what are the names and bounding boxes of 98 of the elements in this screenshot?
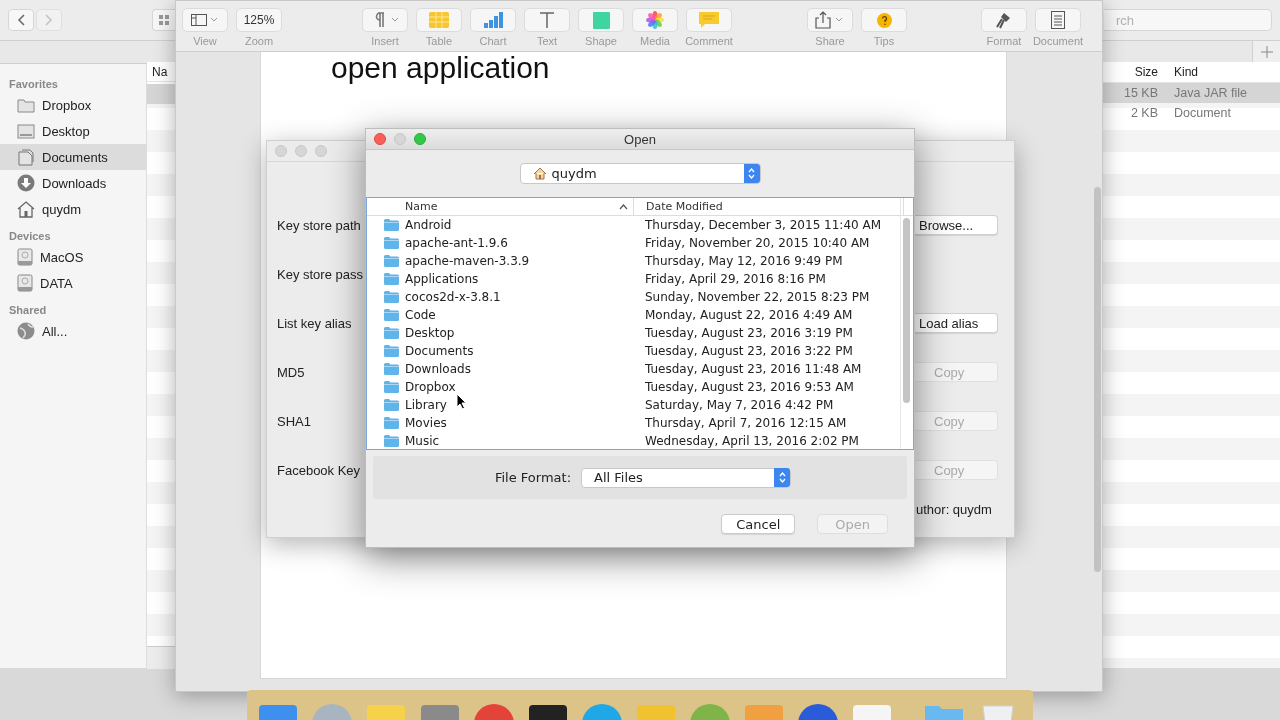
- file-name[interactable]: Applications: [405, 272, 479, 286]
- round-app-icon[interactable]: [581, 703, 623, 720]
- document-icon: [1051, 11, 1065, 29]
- close-button[interactable]: [374, 133, 386, 145]
- round-app-icon[interactable]: [797, 703, 839, 720]
- zoom-button[interactable]: [315, 145, 327, 157]
- search-field[interactable]: rch: [1104, 9, 1272, 31]
- file-name[interactable]: Downloads: [405, 362, 471, 376]
- column-header[interactable]: Date Modified: [634, 198, 904, 215]
- chevron-right-icon: [45, 14, 53, 26]
- scrollbar[interactable]: [903, 218, 910, 403]
- cancel-button[interactable]: Cancel: [721, 514, 796, 534]
- stepper-icon: [778, 472, 786, 483]
- column-header[interactable]: Kind: [1172, 65, 1199, 79]
- file-name[interactable]: Android: [405, 218, 452, 232]
- table-icon: [429, 12, 449, 28]
- location-dropdown[interactable]: quydm: [519, 163, 761, 184]
- back-button[interactable]: [8, 9, 34, 31]
- file-name[interactable]: Movies: [405, 416, 447, 430]
- home-icon: [17, 200, 35, 218]
- file-name[interactable]: Library: [405, 398, 447, 412]
- comment-icon: [699, 12, 719, 28]
- sidebar-item[interactable]: All...: [0, 318, 146, 344]
- column-header[interactable]: Na: [147, 62, 175, 82]
- cursor-icon: [456, 393, 467, 410]
- file-name[interactable]: Desktop: [405, 326, 455, 340]
- date-modified: Tuesday, August 23, 2016 3:22 PM: [645, 344, 853, 358]
- sidebar-item[interactable]: Downloads: [0, 170, 146, 196]
- round-app-icon[interactable]: [689, 703, 731, 720]
- file-name[interactable]: apache-maven-3.3.9: [405, 254, 530, 268]
- add-icon[interactable]: [1252, 41, 1280, 63]
- home-icon: [532, 167, 547, 180]
- file-name[interactable]: Music: [405, 434, 440, 448]
- date-modified: Thursday, December 3, 2015 11:40 AM: [645, 218, 882, 232]
- sidebar-item[interactable]: Desktop: [0, 118, 146, 144]
- field-label: Facebook Key: [277, 462, 361, 478]
- date-modified: Tuesday, August 23, 2016 9:53 AM: [645, 380, 854, 394]
- close-button[interactable]: [275, 145, 287, 157]
- text-icon: [539, 12, 555, 28]
- square-icon: [592, 11, 610, 29]
- date-modified: Tuesday, August 23, 2016 11:48 AM: [645, 362, 862, 376]
- file-name[interactable]: Code: [405, 308, 436, 322]
- date-modified: Sunday, November 22, 2015 8:23 PM: [645, 290, 870, 304]
- help-icon: [876, 12, 892, 28]
- date-modified: Thursday, May 12, 2016 9:49 PM: [645, 254, 843, 268]
- round-app-icon[interactable]: [473, 703, 515, 720]
- file-format-label: File Format:: [494, 470, 572, 485]
- field-label: MD5: [277, 364, 305, 380]
- globe-icon: [17, 322, 35, 340]
- field-label: Key store pass: [277, 266, 363, 282]
- zoom-toolbar-button[interactable]: 125% Zoom: [232, 1, 286, 51]
- column-header[interactable]: Size: [1103, 65, 1172, 79]
- action-button[interactable]: Load alias: [914, 313, 998, 333]
- app-icon[interactable]: [527, 703, 569, 720]
- file-name[interactable]: apache-ant-1.9.6: [405, 236, 508, 250]
- sidebar-item[interactable]: Documents: [0, 144, 146, 170]
- grid-view-icon[interactable]: [152, 9, 175, 31]
- sidebar-view-icon: [191, 14, 219, 26]
- chevron-left-icon: [17, 14, 25, 26]
- field-label: List key alias: [277, 315, 352, 331]
- share-icon: [815, 11, 845, 29]
- sidebar-heading: Favorites: [8, 77, 59, 92]
- scrollbar[interactable]: [1094, 187, 1101, 572]
- date-modified: Saturday, May 7, 2016 4:42 PM: [645, 398, 834, 412]
- forward-button[interactable]: [36, 9, 62, 31]
- sidebar-heading: Devices: [8, 229, 52, 244]
- sidebar-item[interactable]: MacOS: [0, 244, 146, 270]
- sidebar-item[interactable]: DATA: [0, 270, 146, 296]
- file-name[interactable]: Dropbox: [405, 380, 456, 394]
- sidebar-heading: Shared: [8, 303, 48, 318]
- file-row[interactable]: 2 KB Document: [1103, 103, 1280, 123]
- author-label: uthor: quydm: [916, 502, 992, 517]
- minimize-button[interactable]: [394, 133, 406, 145]
- minimize-button[interactable]: [295, 145, 307, 157]
- date-modified: Friday, November 20, 2015 10:40 AM: [645, 236, 870, 250]
- zoom-button[interactable]: [414, 133, 426, 145]
- file-name[interactable]: Documents: [405, 344, 474, 358]
- document-heading: open application: [331, 52, 550, 83]
- action-button[interactable]: Browse...: [914, 215, 998, 235]
- paintbrush-icon: [995, 11, 1013, 29]
- bar-chart-icon: [483, 12, 503, 28]
- file-format-dropdown[interactable]: All Files: [581, 467, 792, 488]
- dialog-title: Open: [624, 131, 656, 147]
- date-modified: Tuesday, August 23, 2016 3:19 PM: [645, 326, 853, 340]
- file-name[interactable]: cocos2d-x-3.8.1: [405, 290, 501, 304]
- date-modified: Wednesday, April 13, 2016 2:02 PM: [645, 434, 859, 448]
- field-label: Key store path: [277, 217, 361, 233]
- date-modified: Thursday, April 7, 2016 12:15 AM: [645, 416, 847, 430]
- date-modified: Monday, August 22, 2016 4:49 AM: [645, 308, 853, 322]
- document-icon: [17, 148, 35, 166]
- download-icon: [17, 174, 35, 192]
- field-label: SHA1: [277, 413, 311, 429]
- sidebar-item[interactable]: Dropbox: [0, 92, 146, 118]
- stepper-icon: [748, 168, 755, 179]
- date-modified: Friday, April 29, 2016 8:16 PM: [645, 272, 826, 286]
- sidebar-item[interactable]: quydm: [0, 196, 146, 222]
- flower-icon: [646, 11, 664, 29]
- column-header[interactable]: Name: [367, 198, 634, 215]
